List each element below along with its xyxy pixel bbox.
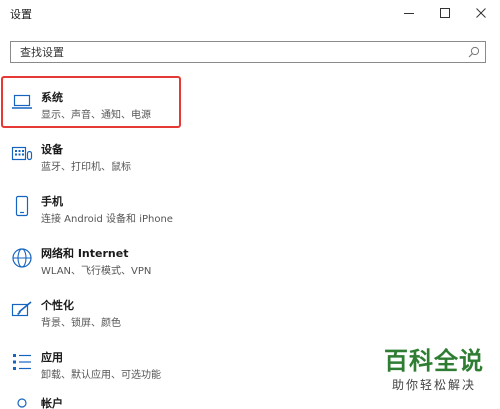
account-icon — [10, 394, 34, 409]
settings-item-phone[interactable]: 手机 连接 Android 设备和 iPhone — [0, 182, 500, 232]
phone-icon — [10, 194, 34, 218]
settings-item-network[interactable]: 网络和 Internet WLAN、飞行模式、VPN — [0, 234, 500, 284]
watermark-logo: 百科全说 助你轻松解决 — [374, 346, 494, 406]
item-label: 设备 — [41, 143, 63, 156]
brush-icon — [10, 298, 34, 322]
item-label: 手机 — [41, 195, 63, 208]
maximize-icon — [440, 8, 450, 18]
item-label: 帐户 — [41, 397, 63, 409]
watermark-subtitle: 助你轻松解决 — [391, 378, 476, 392]
close-button[interactable] — [464, 0, 498, 26]
keyboard-icon — [10, 142, 34, 166]
maximize-button[interactable] — [428, 0, 462, 26]
search-input[interactable] — [11, 42, 460, 62]
search-icon[interactable] — [467, 45, 481, 59]
item-label: 个性化 — [41, 299, 74, 312]
item-description: 卸载、默认应用、可选功能 — [41, 370, 161, 381]
minimize-button[interactable] — [392, 0, 426, 26]
item-description: 背景、锁屏、颜色 — [41, 318, 121, 329]
settings-item-personalization[interactable]: 个性化 背景、锁屏、颜色 — [0, 286, 500, 336]
item-description: 连接 Android 设备和 iPhone — [41, 214, 173, 225]
laptop-icon — [10, 90, 34, 114]
item-label: 网络和 Internet — [41, 247, 129, 260]
item-description: WLAN、飞行模式、VPN — [41, 266, 152, 277]
window-title: 设置 — [10, 8, 32, 21]
item-label: 系统 — [41, 91, 63, 104]
item-description: 蓝牙、打印机、鼠标 — [41, 162, 131, 173]
search-box[interactable] — [10, 41, 486, 63]
close-icon — [476, 8, 486, 18]
item-label: 应用 — [41, 351, 63, 364]
settings-window: 设置 系统 显示、声音、通知、电源 — [0, 0, 500, 409]
globe-icon — [10, 246, 34, 270]
settings-item-system[interactable]: 系统 显示、声音、通知、电源 — [0, 78, 500, 128]
apps-list-icon — [10, 350, 34, 374]
minimize-icon — [404, 12, 414, 14]
settings-item-devices[interactable]: 设备 蓝牙、打印机、鼠标 — [0, 130, 500, 180]
item-description: 显示、声音、通知、电源 — [41, 110, 151, 121]
watermark-title: 百科全说 — [384, 347, 484, 375]
title-bar: 设置 — [0, 0, 500, 28]
